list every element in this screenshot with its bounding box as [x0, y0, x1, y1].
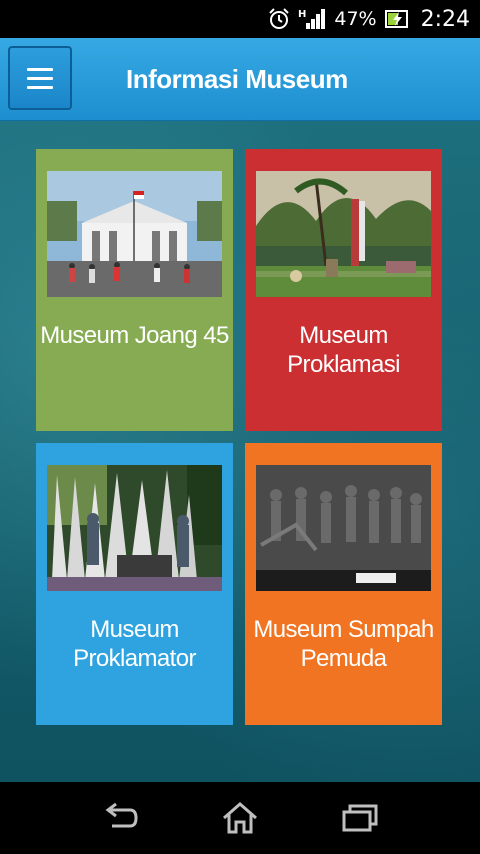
hamburger-menu-icon [27, 67, 53, 71]
museum-card-sumpah-pemuda[interactable]: Museum Sumpah Pemuda [245, 443, 442, 725]
museum-card-proklamator[interactable]: Museum Proklamator [36, 443, 233, 725]
signal-icon: H [298, 9, 326, 29]
app-bar: Informasi Museum [0, 38, 480, 121]
home-icon[interactable] [220, 800, 260, 836]
museum-card-proklamasi[interactable]: Museum Proklamasi [245, 149, 442, 431]
navigation-bar [0, 782, 480, 854]
network-type: H [298, 9, 306, 20]
museum-proklamator-photo [47, 465, 222, 591]
battery-percent: 47% [334, 8, 377, 30]
clock: 2:24 [420, 6, 470, 32]
museum-label: Museum Sumpah Pemuda [253, 616, 434, 672]
menu-button[interactable] [8, 46, 72, 110]
battery-charging-icon [384, 10, 408, 28]
museum-sumpah-pemuda-photo [256, 465, 431, 591]
museum-grid: Museum Joang 45 Museum Proklamasi Museum… [0, 121, 480, 782]
back-icon[interactable] [100, 800, 140, 836]
museum-label: Museum Proklamasi [287, 322, 400, 378]
museum-label: Museum Joang 45 [40, 322, 229, 349]
hamburger-line [27, 76, 53, 80]
museum-label: Museum Proklamator [73, 616, 196, 672]
museum-card-joang-45[interactable]: Museum Joang 45 [36, 149, 233, 431]
recent-apps-icon[interactable] [340, 800, 380, 836]
museum-joang-45-photo [47, 171, 222, 297]
museum-proklamasi-photo [256, 171, 431, 297]
hamburger-line [27, 85, 53, 89]
status-bar: H 47% 2:24 [0, 0, 480, 38]
alarm-icon [269, 8, 290, 29]
page-title: Informasi Museum [126, 64, 348, 94]
